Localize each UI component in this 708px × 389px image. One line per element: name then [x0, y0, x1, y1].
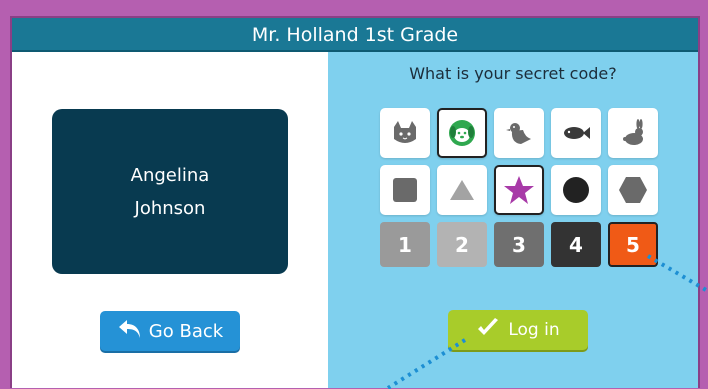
star-icon	[504, 176, 534, 204]
hexagon-tile[interactable]	[608, 165, 658, 215]
secret-code-grid: 1 2 3 4 5	[380, 108, 658, 274]
checkmark-icon	[476, 317, 500, 344]
triangle-tile[interactable]	[437, 165, 487, 215]
number-tile-5[interactable]: 5	[608, 222, 658, 267]
bird-icon	[506, 123, 531, 144]
go-back-button[interactable]: Go Back	[100, 311, 240, 351]
student-name-card: Angelina Johnson	[52, 109, 288, 274]
login-window: Mr. Holland 1st Grade Angelina Johnson G…	[10, 16, 700, 388]
shape-row	[380, 165, 658, 215]
circle-icon	[563, 177, 589, 203]
secret-code-pane: What is your secret code? 1 2 3 4 5 Log …	[328, 52, 698, 388]
cat-icon	[394, 121, 416, 143]
square-tile[interactable]	[380, 165, 430, 215]
rabbit-icon	[623, 119, 643, 145]
bird-tile[interactable]	[494, 108, 544, 158]
number-tile-2[interactable]: 2	[437, 222, 487, 267]
fish-tile[interactable]	[551, 108, 601, 158]
square-icon	[393, 178, 417, 202]
number-tile-1[interactable]: 1	[380, 222, 430, 267]
student-last-name: Johnson	[134, 197, 206, 219]
number-row: 1 2 3 4 5	[380, 222, 658, 267]
window-title: Mr. Holland 1st Grade	[12, 18, 698, 52]
secret-code-prompt: What is your secret code?	[409, 64, 617, 83]
cat-tile[interactable]	[380, 108, 430, 158]
fish-icon	[564, 127, 590, 139]
star-tile[interactable]	[494, 165, 544, 215]
student-first-name: Angelina	[130, 164, 210, 186]
log-in-label: Log in	[508, 320, 560, 340]
rabbit-tile[interactable]	[608, 108, 658, 158]
back-arrow-icon	[117, 318, 143, 345]
log-in-button[interactable]: Log in	[448, 310, 588, 350]
hexagon-icon	[619, 177, 647, 203]
dog-tile[interactable]	[437, 108, 487, 158]
dog-icon	[449, 120, 475, 146]
animal-row	[380, 108, 658, 158]
go-back-label: Go Back	[148, 320, 224, 342]
number-tile-4[interactable]: 4	[551, 222, 601, 267]
number-tile-3[interactable]: 3	[494, 222, 544, 267]
triangle-icon	[450, 180, 474, 200]
circle-tile[interactable]	[551, 165, 601, 215]
student-pane: Angelina Johnson Go Back	[12, 52, 328, 388]
